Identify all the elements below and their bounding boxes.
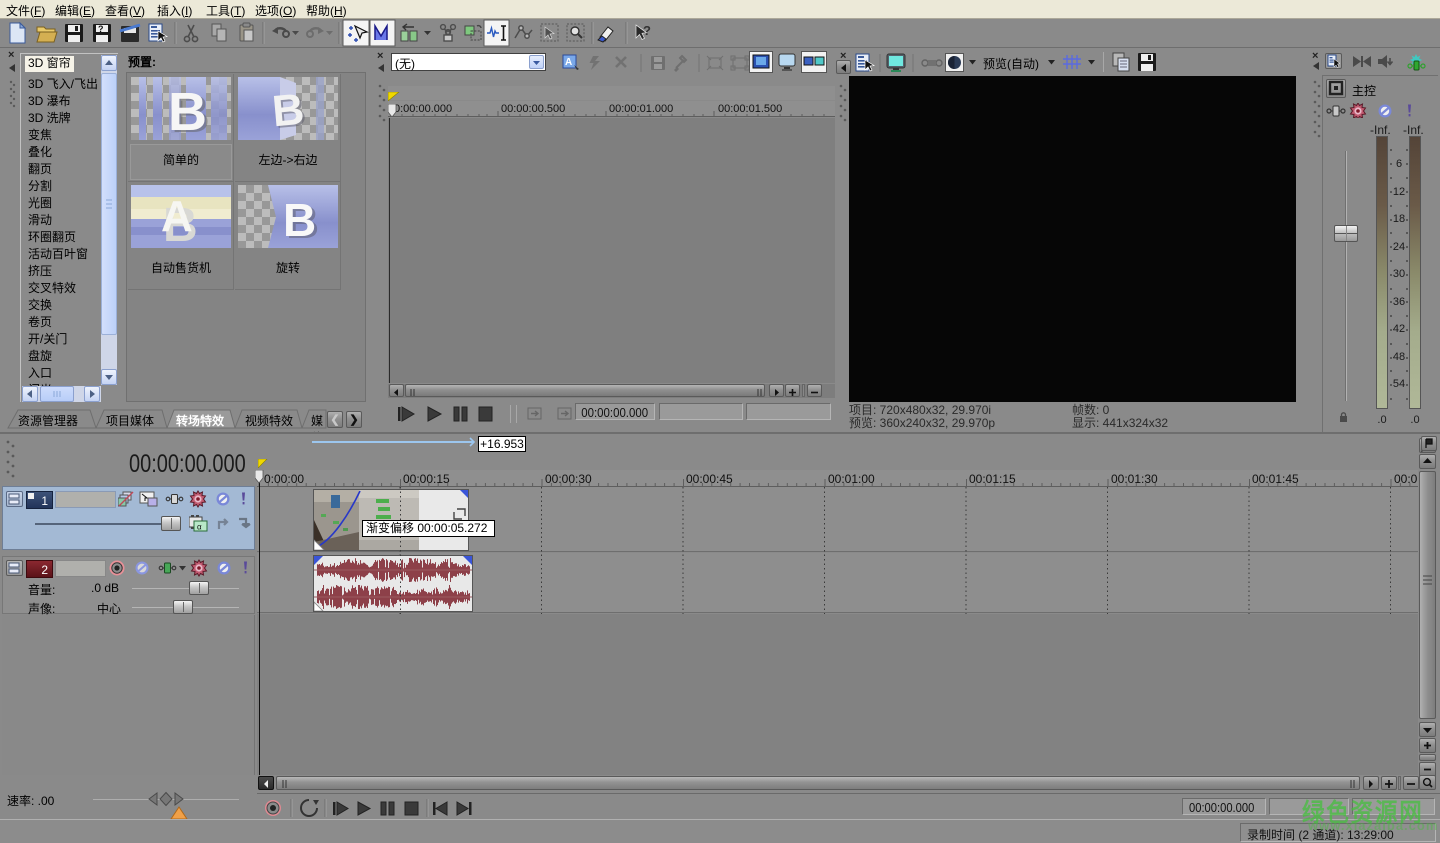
svg-text:α: α (197, 523, 202, 532)
svg-text:?: ? (643, 23, 651, 38)
svg-text:A: A (565, 57, 572, 68)
svg-text:A: A (161, 192, 193, 241)
svg-text:?: ? (98, 24, 104, 34)
svg-text:B: B (283, 194, 316, 246)
svg-text:B: B (270, 85, 306, 137)
svg-text:B: B (168, 82, 207, 140)
